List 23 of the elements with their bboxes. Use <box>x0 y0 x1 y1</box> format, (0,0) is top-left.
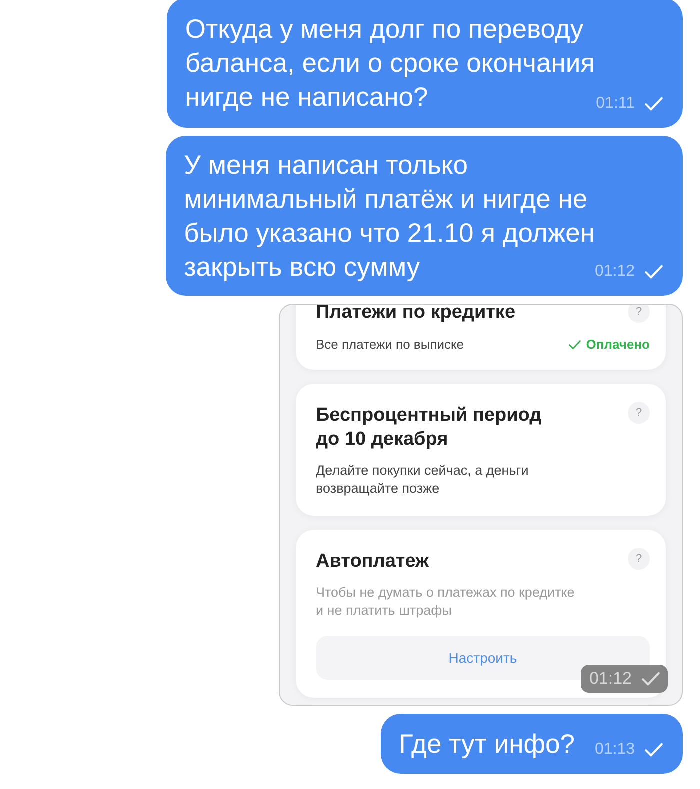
card-description: Делайте покупки сейчас, а деньги возвращайте позже <box>316 462 530 498</box>
check-icon <box>645 265 663 279</box>
message-text: У меня написан только минимальный платёж и нигде не было указано что 21.10 я должен закрыть всю сумму <box>184 149 595 284</box>
paid-status: Оплачено <box>569 337 650 352</box>
message-text: Откуда у меня долг по переводу баланса, если о сроке окончания нигде не написано? <box>185 13 595 114</box>
help-button[interactable]: ? <box>628 402 650 424</box>
card-description: Чтобы не думать о платежах по кредитке и не платить штрафы <box>316 584 576 620</box>
message-time: 01:11 <box>596 94 635 114</box>
message-text: Где тут инфо? <box>398 728 575 761</box>
check-icon <box>645 97 663 111</box>
message-time: 01:13 <box>594 740 635 760</box>
check-icon <box>645 743 663 757</box>
screenshot-attachment[interactable] <box>279 304 683 706</box>
card-title: Автоплатеж <box>316 550 430 574</box>
check-icon <box>569 340 582 350</box>
card-title: Беспроцентный период до 10 декабря <box>316 404 542 452</box>
help-button[interactable]: ? <box>628 305 650 323</box>
help-button[interactable]: ? <box>628 548 650 570</box>
time-overlay: 01:12 <box>581 665 668 693</box>
message-time: 01:12 <box>594 262 635 282</box>
card-title: Платежи по кредитке <box>316 305 516 325</box>
row-label: Все платежи по выписке <box>316 337 464 352</box>
check-icon <box>642 672 660 686</box>
